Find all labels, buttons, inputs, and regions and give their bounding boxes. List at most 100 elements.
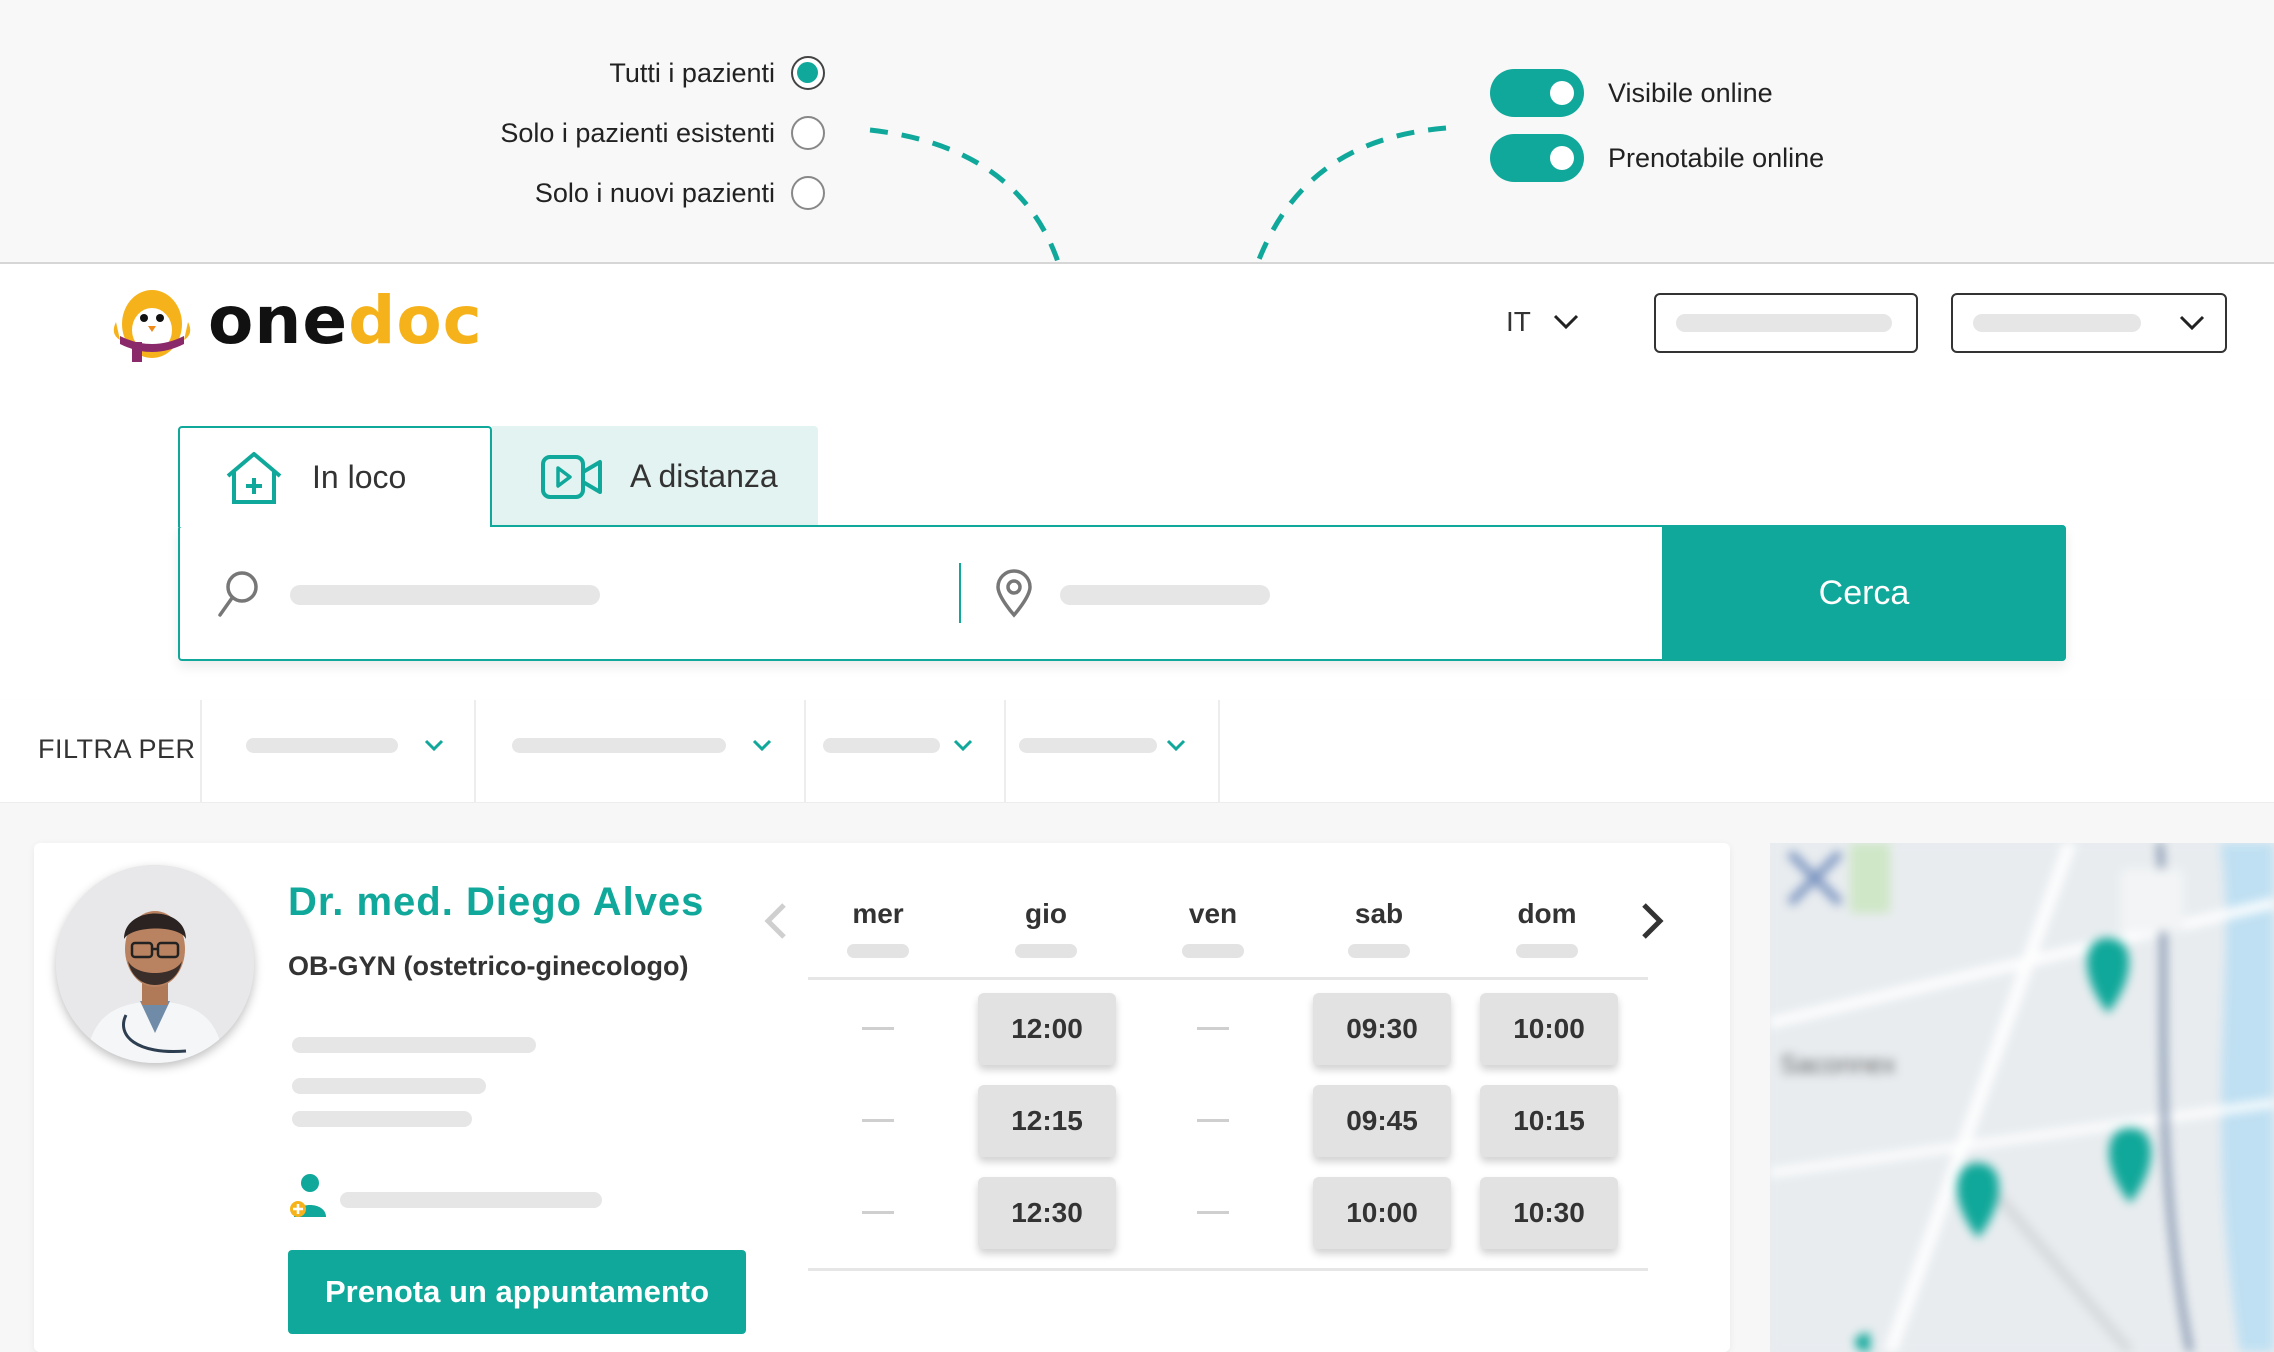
day-header-gio: gio (996, 898, 1096, 958)
map-panel[interactable]: Saconnex (1770, 843, 2274, 1352)
radio-button[interactable] (791, 176, 825, 210)
time-slot-button[interactable]: 10:30 (1480, 1177, 1618, 1249)
time-slot-button[interactable]: 09:45 (1313, 1085, 1451, 1157)
skeleton-text (292, 1037, 536, 1053)
time-slot-button[interactable]: 10:00 (1480, 993, 1618, 1065)
day-label: dom (1517, 898, 1577, 929)
divider (1004, 700, 1006, 803)
skeleton-date (1348, 944, 1410, 958)
skeleton-text (823, 738, 940, 753)
skeleton-date (1015, 944, 1077, 958)
divider (200, 700, 202, 803)
day-header-dom: dom (1497, 898, 1597, 958)
radio-button-checked[interactable] (791, 56, 825, 90)
radio-option-all-patients[interactable]: Tutti i pazienti (609, 56, 825, 90)
calendar-top-line (808, 977, 1648, 980)
no-slot-dash (862, 1027, 894, 1030)
no-slot-dash (1197, 1211, 1229, 1214)
logo-wordmark: onedoc (208, 288, 483, 354)
tab-remote[interactable]: A distanza (492, 426, 818, 527)
connector-lines (869, 125, 1447, 263)
tab-label: A distanza (630, 458, 778, 494)
language-selector[interactable]: IT (1506, 306, 1579, 338)
toggle-visible-online[interactable]: Visibile online (1490, 69, 1773, 117)
specialty-search-input[interactable] (290, 569, 900, 621)
calendar-prev-icon[interactable] (756, 901, 796, 941)
skeleton-date (1516, 944, 1578, 958)
radio-option-new-patients[interactable]: Solo i nuovi pazienti (535, 176, 825, 210)
new-patient-icon (290, 1174, 326, 1217)
time-slot-button[interactable]: 12:00 (978, 993, 1116, 1065)
skeleton-text (290, 585, 600, 605)
time-slot-button[interactable]: 12:15 (978, 1085, 1116, 1157)
skeleton-text (1019, 738, 1157, 753)
radio-label: Tutti i pazienti (609, 57, 775, 88)
doctor-avatar[interactable] (56, 865, 254, 1063)
chevron-down-icon (1553, 314, 1578, 330)
radio-label: Solo i nuovi pazienti (534, 177, 775, 208)
location-search-input[interactable] (1060, 569, 1620, 621)
skeleton-date (1182, 944, 1244, 958)
skeleton-text (340, 1192, 602, 1208)
no-slot-dash (1197, 1027, 1229, 1030)
divider (1218, 700, 1220, 803)
calendar-bottom-line (808, 1268, 1648, 1271)
header-input-placeholder[interactable] (1654, 293, 1918, 353)
location-pin-icon (996, 569, 1032, 618)
video-camera-icon (541, 454, 602, 499)
filter-dropdown-4[interactable] (1019, 738, 1186, 753)
header-dropdown[interactable] (1951, 293, 2227, 353)
chevron-down-icon (752, 739, 772, 751)
time-slot-button[interactable]: 12:30 (978, 1177, 1116, 1249)
svg-text:Saconnex: Saconnex (1780, 1049, 1896, 1079)
search-divider (959, 563, 961, 623)
chevron-down-icon (424, 739, 444, 751)
filter-dropdown-3[interactable] (823, 738, 973, 753)
search-button[interactable]: Cerca (1662, 525, 2066, 661)
doctor-photo (56, 865, 254, 1063)
filter-bar: FILTRA PER (0, 700, 2274, 803)
day-header-mer: mer (828, 898, 928, 958)
calendar-next-icon[interactable] (1632, 901, 1672, 941)
book-appointment-button[interactable]: Prenota un appuntamento (288, 1250, 746, 1334)
toggle-bookable-online[interactable]: Prenotabile online (1490, 134, 1824, 182)
time-slot-button[interactable]: 10:15 (1480, 1085, 1618, 1157)
filter-dropdown-1[interactable] (246, 738, 444, 753)
filter-label: FILTRA PER (38, 734, 196, 764)
day-label: gio (1025, 898, 1067, 929)
doctor-name[interactable]: Dr. med. Diego Alves (288, 880, 704, 925)
radio-button[interactable] (791, 116, 825, 150)
skeleton-text (512, 738, 726, 753)
no-slot-dash (862, 1211, 894, 1214)
language-code: IT (1506, 306, 1531, 337)
toggle-switch[interactable] (1490, 134, 1584, 182)
search-icon (218, 571, 258, 617)
penguin-mascot-icon (113, 290, 191, 362)
tab-onsite[interactable]: In loco (178, 426, 492, 527)
day-label: ven (1188, 898, 1238, 929)
tab-label: In loco (312, 459, 407, 495)
filter-dropdown-2[interactable] (512, 738, 772, 753)
onedoc-logo[interactable]: onedoc (110, 278, 483, 364)
skeleton-text (246, 738, 398, 753)
skeleton-text (1676, 314, 1892, 332)
day-header-ven: ven (1163, 898, 1263, 958)
doctor-specialty: OB-GYN (ostetrico-ginecologo) (288, 951, 689, 981)
skeleton-text (292, 1111, 472, 1127)
no-slot-dash (1197, 1119, 1229, 1122)
chevron-down-icon (953, 739, 973, 751)
chevron-down-icon (2179, 315, 2205, 331)
skeleton-text (292, 1078, 486, 1094)
day-header-sab: sab (1329, 898, 1429, 958)
time-slot-button[interactable]: 09:30 (1313, 993, 1451, 1065)
radio-label: Solo i pazienti esistenti (500, 117, 775, 148)
no-slot-dash (862, 1119, 894, 1122)
divider (474, 700, 476, 803)
logo-text-one: one (208, 282, 349, 359)
time-slot-button[interactable]: 10:00 (1313, 1177, 1451, 1249)
toggle-switch[interactable] (1490, 69, 1584, 117)
settings-strip: Tutti i pazienti Solo i pazienti esisten… (0, 0, 2274, 264)
map-image: Saconnex (1770, 843, 2274, 1352)
radio-option-existing-patients[interactable]: Solo i pazienti esistenti (500, 116, 825, 150)
toggle-label: Visibile online (1608, 77, 1773, 108)
